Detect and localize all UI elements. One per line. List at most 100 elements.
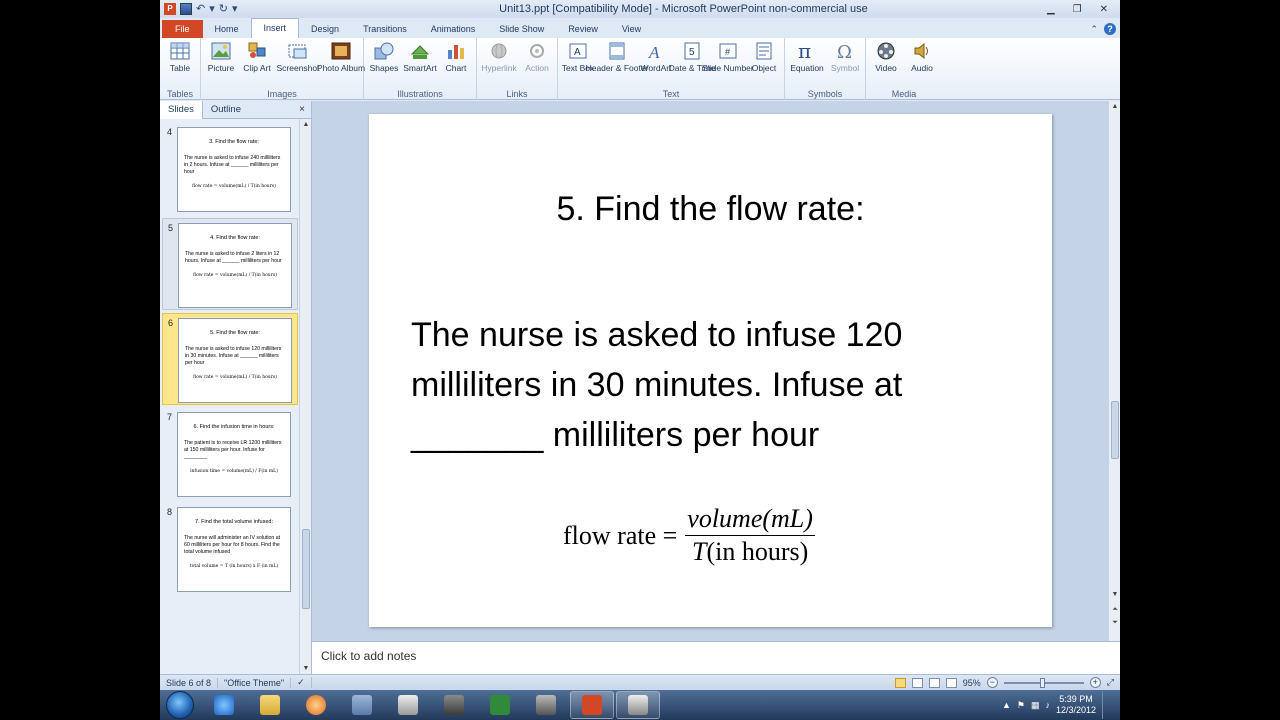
scroll-up-icon[interactable]: ▲ xyxy=(1109,103,1120,110)
spell-check-icon[interactable]: ✓ xyxy=(291,677,312,688)
clock[interactable]: 5:39 PM 12/3/2012 xyxy=(1056,694,1096,716)
tray-expand-icon[interactable]: ▲ xyxy=(1002,700,1011,710)
tray-volume-icon[interactable]: ♪ xyxy=(1045,700,1050,710)
tab-transitions[interactable]: Transitions xyxy=(351,20,419,38)
slide-thumbnail-5[interactable]: 5 4. Find the flow rate: The nurse is as… xyxy=(162,218,298,310)
next-slide-icon[interactable]: ⏷ xyxy=(1109,619,1120,627)
close-icon[interactable]: ✕ xyxy=(1100,4,1108,15)
group-links: Hyperlink Action Links xyxy=(477,38,558,100)
svg-text:5: 5 xyxy=(689,47,695,58)
tab-design[interactable]: Design xyxy=(299,20,351,38)
tab-review[interactable]: Review xyxy=(556,20,610,38)
slide-show-view-icon[interactable] xyxy=(945,677,957,688)
taskbar-media-player[interactable] xyxy=(294,691,338,719)
hyperlink-icon xyxy=(488,40,510,62)
slide-body-text[interactable]: The nurse is asked to infuse 120 millili… xyxy=(411,310,1011,460)
slide-thumbnail-7[interactable]: 7 6. Find the infusion time in hours: Th… xyxy=(162,408,298,500)
powerpoint-icon xyxy=(582,695,602,715)
right-letterbox xyxy=(1120,0,1280,690)
start-button[interactable] xyxy=(166,691,194,719)
taskbar-powerpoint[interactable] xyxy=(570,691,614,719)
tray-flag-icon[interactable]: ⚑ xyxy=(1017,700,1025,711)
screenshot-icon xyxy=(287,40,309,62)
close-pane-icon[interactable]: × xyxy=(299,104,311,115)
folder-icon xyxy=(260,695,280,715)
undo-dropdown-icon[interactable]: ▾ xyxy=(209,3,215,15)
body-line-1: The nurse is asked to infuse 120 xyxy=(411,316,903,354)
current-slide[interactable]: 5. Find the flow rate: The nurse is aske… xyxy=(369,114,1052,627)
slide-thumbnail-6[interactable]: 6 5. Find the flow rate: The nurse is as… xyxy=(162,313,298,405)
tab-slide-show[interactable]: Slide Show xyxy=(487,20,556,38)
reading-view-icon[interactable] xyxy=(928,677,940,688)
undo-icon[interactable]: ↶ xyxy=(196,3,205,15)
tray-network-icon[interactable]: ▦ xyxy=(1031,700,1040,711)
film-reel-icon xyxy=(875,40,897,62)
slide-editor: 5. Find the flow rate: The nurse is aske… xyxy=(312,101,1120,641)
previous-slide-icon[interactable]: ⏶ xyxy=(1109,606,1120,614)
text-box-icon: A xyxy=(567,40,589,62)
restore-icon[interactable]: ❐ xyxy=(1073,4,1082,15)
notes-pane[interactable]: Click to add notes xyxy=(312,641,1120,674)
tab-outline[interactable]: Outline xyxy=(203,101,249,119)
minimize-ribbon-icon[interactable]: ⌃ xyxy=(1090,24,1098,35)
scroll-thumb[interactable] xyxy=(302,529,310,609)
photo-album-icon xyxy=(330,40,352,62)
group-label-text: Text xyxy=(662,89,680,99)
taskbar-file-explorer[interactable] xyxy=(248,691,292,719)
svg-text:A: A xyxy=(574,47,581,58)
slides-pane-scrollbar[interactable]: ▲ ▼ xyxy=(299,119,311,674)
scroll-up-icon[interactable]: ▲ xyxy=(300,121,312,128)
scroll-down-icon[interactable]: ▼ xyxy=(1109,591,1120,598)
taskbar-app-4[interactable] xyxy=(524,691,568,719)
save-icon[interactable] xyxy=(180,3,192,15)
help-icon[interactable]: ? xyxy=(1104,23,1116,35)
body-line-2: milliliters in 30 minutes. Infuse at xyxy=(411,366,903,404)
tab-animations[interactable]: Animations xyxy=(419,20,488,38)
tab-slides[interactable]: Slides xyxy=(160,100,203,119)
taskbar-app-1[interactable] xyxy=(340,691,384,719)
slide-thumbnail-8[interactable]: 8 7. Find the total volume infused: The … xyxy=(162,503,298,595)
clock-date: 12/3/2012 xyxy=(1055,705,1096,715)
pen-tool-icon xyxy=(398,695,418,715)
minimize-icon[interactable]: ▁ xyxy=(1047,4,1055,15)
editor-scroll-thumb[interactable] xyxy=(1111,401,1119,459)
svg-text:A: A xyxy=(648,43,660,60)
slide-title[interactable]: 5. Find the flow rate: xyxy=(369,190,1052,229)
flow-rate-formula[interactable]: flow rate = volume(mL) T(in hours) xyxy=(563,504,815,567)
taskbar-captivate[interactable] xyxy=(478,691,522,719)
object-icon xyxy=(753,40,775,62)
taskbar-app-5[interactable] xyxy=(616,691,660,719)
zoom-slider-knob[interactable] xyxy=(1039,677,1045,688)
fit-slide-icon[interactable]: ⤢ xyxy=(1107,677,1114,688)
theme-name[interactable]: "Office Theme" xyxy=(218,677,292,688)
zoom-in-icon[interactable]: + xyxy=(1089,677,1101,688)
title-bar: P ↶ ▾ ↻ ▾ Unit13.ppt [Compatibility Mode… xyxy=(160,0,1120,18)
normal-view-icon[interactable] xyxy=(894,677,906,688)
tab-file[interactable]: File xyxy=(162,20,203,38)
powerpoint-app-icon[interactable]: P xyxy=(164,3,176,15)
taskbar-app-2[interactable] xyxy=(386,691,430,719)
body-line-3: _______ milliliters per hour xyxy=(411,416,820,454)
tab-home[interactable]: Home xyxy=(203,20,251,38)
zoom-out-icon[interactable]: − xyxy=(986,677,998,688)
customize-qat-icon[interactable]: ▾ xyxy=(232,3,238,15)
group-media: Video Audio Media xyxy=(866,38,942,100)
ribbon: Table Tables Picture Clip Art Screenshot… xyxy=(160,38,1120,100)
notes-placeholder[interactable]: Click to add notes xyxy=(321,649,416,663)
show-desktop-button[interactable] xyxy=(1102,691,1112,719)
slide-thumbnail-4[interactable]: 4 3. Find the flow rate: The nurse is as… xyxy=(162,123,298,215)
taskbar-internet-explorer[interactable] xyxy=(202,691,246,719)
tab-insert[interactable]: Insert xyxy=(250,18,300,38)
powerpoint-window: P ↶ ▾ ↻ ▾ Unit13.ppt [Compatibility Mode… xyxy=(160,0,1120,690)
group-label-symbols: Symbols xyxy=(807,89,843,99)
zoom-slider[interactable] xyxy=(1003,677,1084,688)
tab-view[interactable]: View xyxy=(610,20,653,38)
zoom-level[interactable]: 95% xyxy=(963,678,981,688)
header-footer-icon xyxy=(606,40,628,62)
slide-sorter-view-icon[interactable] xyxy=(911,677,923,688)
internet-explorer-icon xyxy=(214,695,234,715)
taskbar-app-3[interactable] xyxy=(432,691,476,719)
editor-scrollbar[interactable]: ▲ ▼ ⏶ ⏷ xyxy=(1108,101,1120,641)
redo-icon[interactable]: ↻ xyxy=(219,3,228,15)
scroll-down-icon[interactable]: ▼ xyxy=(300,665,312,672)
